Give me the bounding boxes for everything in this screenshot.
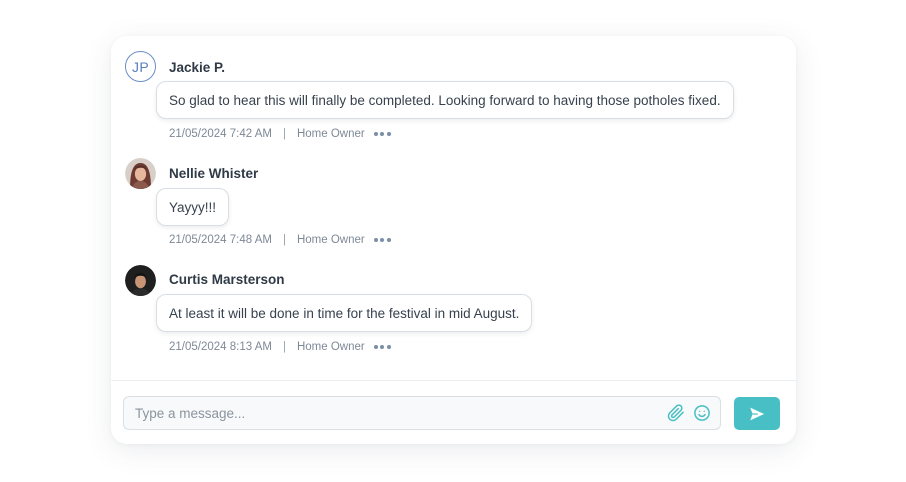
comment-meta: 21/05/2024 7:42 AM | Home Owner	[169, 128, 391, 140]
meta-separator: |	[282, 341, 286, 353]
comment-timestamp: 21/05/2024 8:13 AM	[169, 341, 272, 353]
composer-divider	[111, 380, 796, 381]
comment-author[interactable]: Nellie Whister	[169, 166, 258, 181]
comment-role: Home Owner	[296, 234, 365, 246]
comment-author[interactable]: Jackie P.	[169, 60, 225, 75]
more-options-icon[interactable]	[373, 132, 391, 136]
comment-role: Home Owner	[296, 341, 365, 353]
comment-bubble: At least it will be done in time for the…	[156, 294, 533, 332]
send-button[interactable]	[734, 397, 780, 430]
comment-role: Home Owner	[296, 128, 365, 140]
message-composer	[123, 396, 721, 430]
meta-separator: |	[282, 128, 286, 140]
comment-meta: 21/05/2024 7:48 AM | Home Owner	[169, 234, 391, 246]
comment-meta: 21/05/2024 8:13 AM | Home Owner	[169, 341, 391, 353]
avatar[interactable]	[125, 158, 156, 189]
user-photo-icon	[125, 265, 156, 296]
comment-timestamp: 21/05/2024 7:42 AM	[169, 128, 272, 140]
avatar[interactable]: JP	[125, 51, 156, 82]
comment-bubble: Yayyy!!!	[156, 188, 230, 226]
comment-bubble: So glad to hear this will finally be com…	[156, 81, 734, 119]
comment-timestamp: 21/05/2024 7:48 AM	[169, 234, 272, 246]
avatar[interactable]	[125, 265, 156, 296]
more-options-icon[interactable]	[373, 238, 391, 242]
more-options-icon[interactable]	[373, 345, 391, 349]
paperclip-icon[interactable]	[667, 404, 685, 422]
user-photo-icon	[125, 158, 156, 189]
comments-card: JP Jackie P. So glad to hear this will f…	[111, 36, 796, 444]
send-icon	[750, 407, 765, 420]
smiley-icon[interactable]	[693, 404, 711, 422]
comment-author[interactable]: Curtis Marsterson	[169, 272, 285, 287]
meta-separator: |	[282, 234, 286, 246]
message-input[interactable]	[124, 397, 654, 429]
